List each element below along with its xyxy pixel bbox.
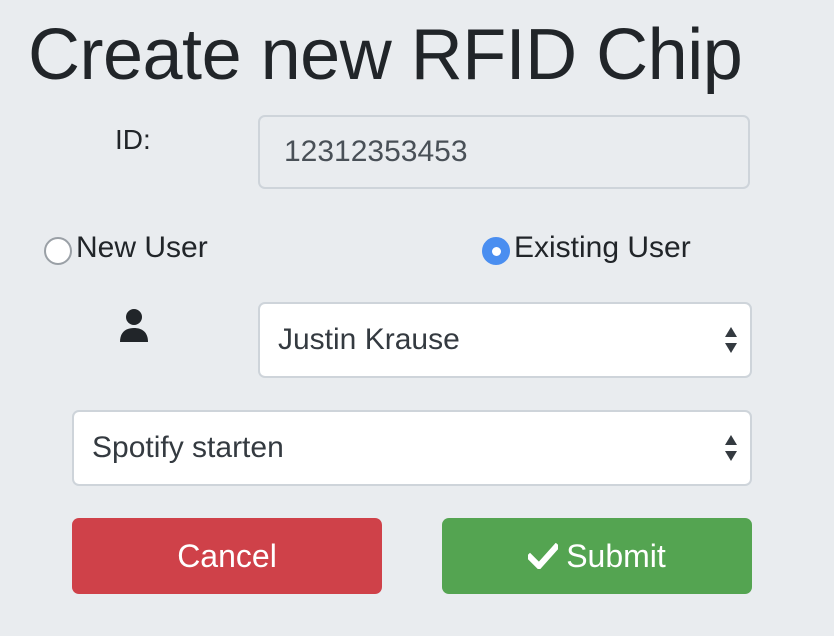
id-field[interactable] [258, 115, 750, 189]
submit-button[interactable]: Submit [442, 518, 752, 594]
check-icon [528, 543, 559, 569]
new-user-label: New User [76, 231, 208, 264]
select-arrows-icon [725, 435, 737, 461]
select-arrows-icon [725, 327, 737, 353]
user-select[interactable]: Justin Krause [258, 302, 752, 378]
user-select-value: Justin Krause [278, 323, 460, 356]
submit-button-label: Submit [566, 537, 666, 574]
id-label: ID: [115, 124, 151, 155]
page-title: Create new RFID Chip [28, 15, 743, 95]
action-select[interactable]: Spotify starten [72, 410, 752, 486]
cancel-button[interactable]: Cancel [72, 518, 382, 594]
new-user-radio-circle[interactable] [44, 237, 72, 265]
cancel-button-label: Cancel [177, 537, 277, 574]
existing-user-label: Existing User [514, 231, 691, 264]
action-select-value: Spotify starten [92, 431, 284, 464]
existing-user-radio-circle[interactable] [482, 237, 510, 265]
new-user-radio[interactable]: New User [44, 228, 208, 268]
user-icon [120, 309, 148, 342]
existing-user-radio[interactable]: Existing User [482, 228, 691, 268]
